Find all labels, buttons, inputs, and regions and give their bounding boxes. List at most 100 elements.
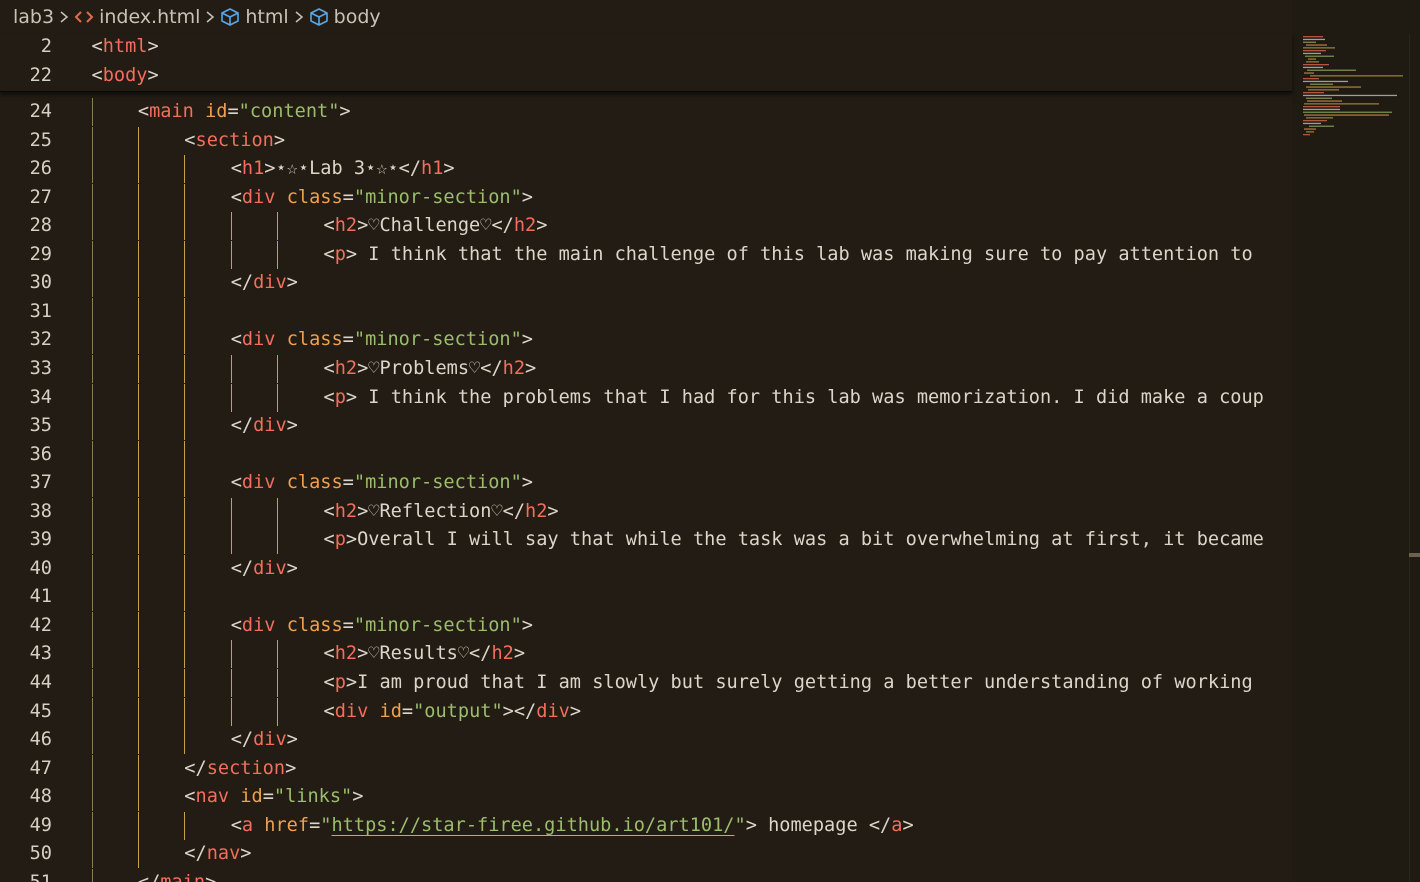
breadcrumb: lab3 index.html html body [0,0,1295,34]
text-token: I think the problems that I had for this… [357,386,1264,408]
indent-guide [91,440,93,469]
bracket-token: < [230,472,242,494]
indent-guide [91,640,93,669]
indent-guide [230,697,232,726]
indent-guide [91,868,93,882]
indent-guide [137,497,139,526]
string-token: "minor-section" [353,472,522,494]
indent-guide [137,326,139,355]
indent-guide [137,269,139,298]
bracket-token: </ [868,814,892,836]
code-line[interactable]: 30 </div> [0,269,1292,298]
bracket-token: > [345,243,358,265]
code-line[interactable]: 27 <div class="minor-section"> [0,183,1292,212]
code-line[interactable]: 45 <div id="output"></div> [0,697,1292,726]
bracket-token: < [184,786,196,808]
code-line[interactable]: 38 <h2>♡Reflection♡</h2> [0,497,1292,526]
tag-name-token: h2 [525,500,548,522]
indent-guide [91,754,93,783]
indent-guide [277,383,279,412]
code-line[interactable]: 35 </div> [0,412,1292,441]
code-line[interactable]: 37 <div class="minor-section"> [0,469,1292,498]
code-line[interactable]: 24 <main id="content"> [0,98,1292,126]
line-number: 28 [29,215,52,237]
bracket-token: > [357,215,369,237]
code-line[interactable]: 33 <h2>♡Problems♡</h2> [0,354,1292,383]
bracket-token: > [521,186,533,208]
code-line[interactable]: 50 </nav> [0,840,1292,869]
code-text: </div> [231,412,298,440]
sticky-code-line[interactable]: 2 <html> [0,33,1292,61]
code-text: <p>I am proud that I am slowly but surel… [324,669,1264,697]
string-token: "output" [413,700,503,722]
vertical-scrollbar[interactable] [1409,34,1420,882]
code-text: <div class="minor-section"> [231,184,533,212]
code-line[interactable]: 25 <section> [0,126,1292,155]
bracket-token: </ [491,215,514,237]
code-line[interactable]: 34 <p> I think the problems that I had fo… [0,383,1292,412]
bracket-token: = [227,101,239,122]
indent-guide [91,611,93,640]
tag-name-token: div [241,329,276,351]
line-number: 22 [29,65,52,86]
sticky-code-line[interactable]: 22 <body> [0,62,1292,90]
line-number: 31 [29,300,52,322]
indent-guide [91,697,93,726]
bracket-token: < [137,101,150,122]
text-token: ♡Reflection♡ [368,500,503,522]
code-editor[interactable]: 24 <main id="content"> 25 <section> 26 <h1>⋆☆… [0,0,1292,882]
breadcrumb-item-folder[interactable]: lab3 [13,6,54,28]
line-number: 47 [29,757,52,779]
indent-guide [137,212,139,241]
indent-guide [277,640,279,669]
breadcrumb-item-html[interactable]: html [220,6,289,28]
tag-name-token: a [241,814,254,836]
code-line[interactable]: 32 <div class="minor-section"> [0,326,1292,355]
code-line[interactable]: 28 <h2>♡Challenge♡</h2> [0,212,1292,241]
line-number: 48 [29,786,52,808]
indent-guide [137,640,139,669]
text-token: ⋆☆⋆Lab 3⋆☆⋆ [275,158,399,180]
bracket-token: </ [184,757,207,779]
url-link[interactable]: https://star-firee.github.io/art101/ [331,815,734,836]
code-line[interactable]: 46 </div> [0,726,1292,755]
code-line[interactable]: 43 <h2>♡Results♡</h2> [0,640,1292,669]
chevron-right-icon [59,10,69,24]
code-line[interactable]: 41 [0,583,1292,612]
text-token: homepage [756,814,869,836]
code-line[interactable]: 26 <h1>⋆☆⋆Lab 3⋆☆⋆</h1> [0,155,1292,184]
breadcrumb-item-file[interactable]: index.html [74,6,200,28]
minimap-line [1303,134,1310,136]
code-line[interactable]: 42 <div class="minor-section"> [0,611,1292,640]
bracket-token: > [339,101,351,122]
text-token: I am proud that I am slowly but surely g… [357,672,1264,693]
code-line[interactable]: 39 <p>Overall I will say that while the t… [0,526,1292,555]
attribute-token: id [240,786,263,808]
scrollbar-thumb[interactable] [1409,553,1420,557]
indent-guide [184,697,186,726]
code-line[interactable]: 49 <a href="https://star-firee.github.io/… [0,811,1292,840]
code-line[interactable]: 36 [0,440,1292,469]
minimap-line [1305,55,1334,57]
indent-guide [91,354,93,383]
code-text: <div id="output"></div> [324,698,582,726]
code-line[interactable]: 44 <p>I am proud that I am slowly but sur… [0,669,1292,697]
code-line[interactable]: 48 <nav id="links"> [0,783,1292,812]
code-text: <h1>⋆☆⋆Lab 3⋆☆⋆</h1> [231,155,455,183]
minimap-line [1303,78,1319,80]
bracket-token: > [286,557,298,579]
code-line[interactable]: 40 </div> [0,554,1292,583]
line-number: 29 [29,243,52,265]
indent-guide [137,697,139,726]
bracket-token: ></ [502,700,537,722]
html-file-icon [74,9,94,25]
breadcrumb-item-body[interactable]: body [309,6,381,28]
code-line[interactable]: 51 </main> [0,868,1292,882]
indent-guide [137,297,139,326]
code-line[interactable]: 31 [0,297,1292,326]
code-line[interactable]: 29 <p> I think that the main challenge of… [0,240,1292,269]
bracket-token: = [342,614,354,636]
code-line[interactable]: 47 </section> [0,754,1292,783]
sticky-scroll-header[interactable]: 2 <html> 22 <body> [0,34,1292,92]
